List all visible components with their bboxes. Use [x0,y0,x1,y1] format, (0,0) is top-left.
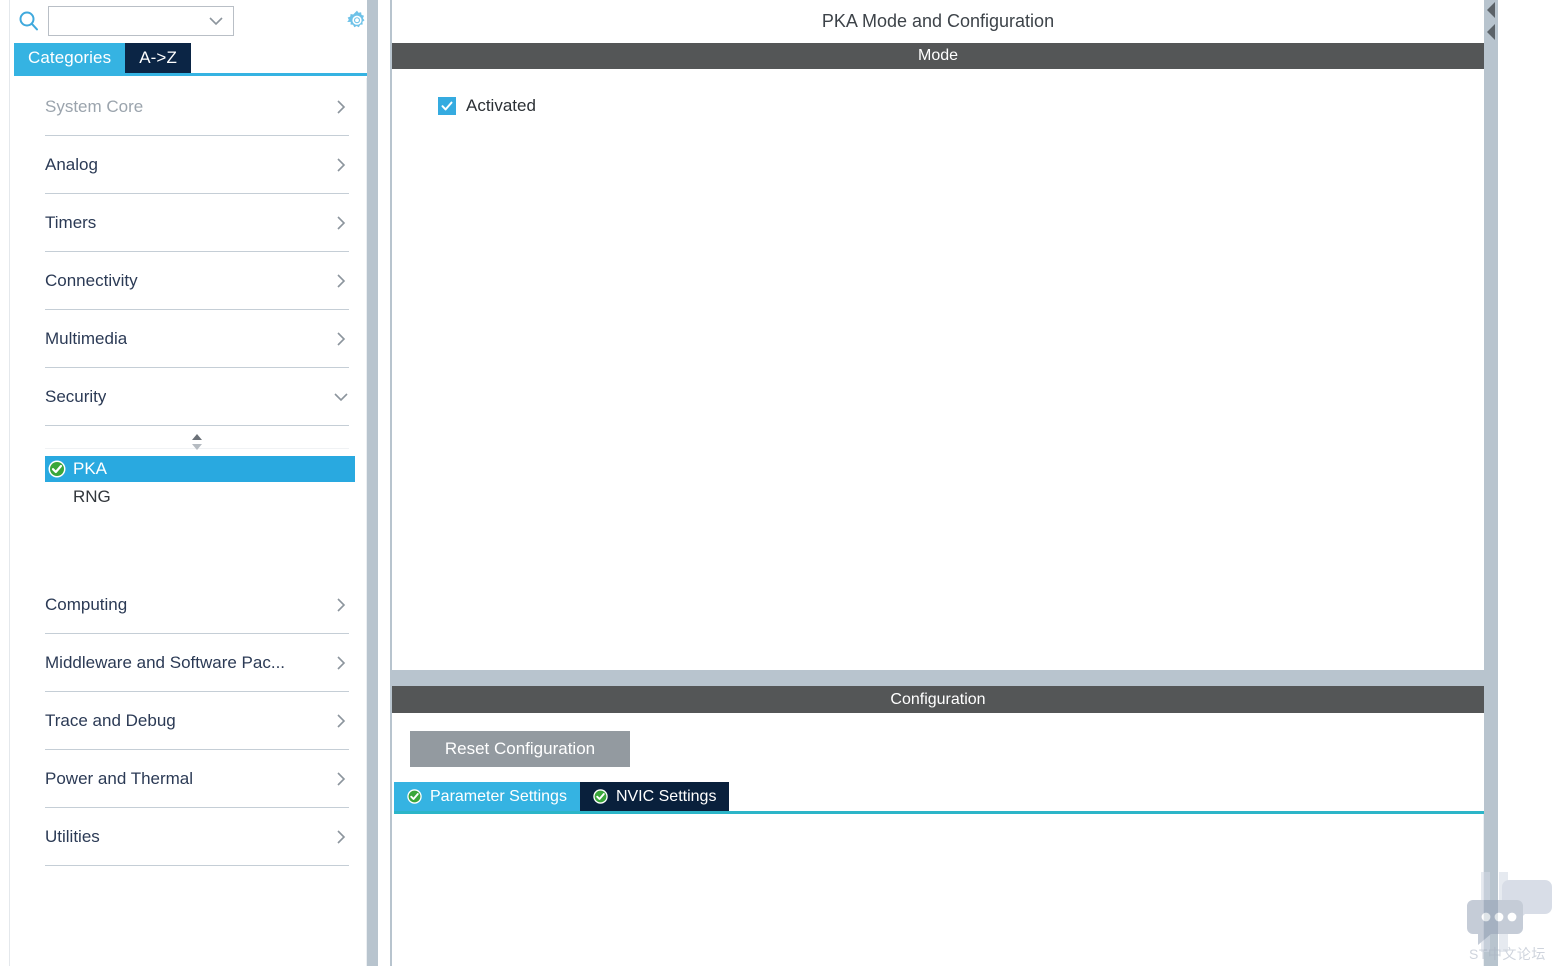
configuration-main-area: PKA Mode and Configuration Mode Activate… [378,0,1560,966]
sidebar-item-label: PKA [73,459,108,478]
sidebar-item-label: Middleware and Software Pac... [45,652,286,672]
green-check-icon [407,789,422,804]
sidebar-item-middleware[interactable]: Middleware and Software Pac... [45,634,349,692]
chevron-right-icon [337,771,346,786]
sidebar-item-label: System Core [45,96,144,116]
configuration-tab-content [394,814,1484,966]
sidebar-item-label: Utilities [45,826,100,846]
chevron-right-icon [337,215,346,230]
sidebar-item-label: Connectivity [45,270,138,290]
sidebar-item-label: Trace and Debug [45,710,176,730]
sidebar-item-utilities[interactable]: Utilities [45,808,349,866]
mode-section-body: Activated [392,69,1484,670]
scroll-spinner-icon[interactable] [188,432,206,452]
tab-a-to-z[interactable]: A->Z [125,43,191,73]
configuration-tab-bar: Parameter Settings NVIC Settings [394,782,730,811]
sidebar-item-timers[interactable]: Timers [45,194,349,252]
sidebar-item-trace-and-debug[interactable]: Trace and Debug [45,692,349,750]
chevron-right-icon [337,713,346,728]
sidebar-item-system-core[interactable]: System Core [45,78,349,136]
chevron-down-icon[interactable] [207,15,225,27]
sidebar-item-rng[interactable]: RNG [45,484,355,510]
category-list: System Core Analog Timers Connectivity M… [11,78,367,966]
activated-label: Activated [466,96,536,115]
right-blank-area [1498,0,1560,966]
tab-categories-label: Categories [28,48,112,67]
sidebar-item-computing[interactable]: Computing [45,576,349,634]
cubemx-pinout-configuration-window: Categories A->Z System Core Analog Timer… [0,0,1560,966]
configuration-panel: Configuration Reset Configuration Parame… [390,686,1484,966]
tab-nvic-settings[interactable]: NVIC Settings [579,782,730,811]
tab-a-to-z-label: A->Z [139,48,177,67]
sidebar-item-security[interactable]: Security [45,368,349,426]
sidebar-item-label: Analog [45,154,98,174]
sidebar-left-edge [0,0,10,966]
tab-parameter-settings[interactable]: Parameter Settings [394,782,580,811]
vertical-splitter[interactable] [1484,0,1498,966]
green-check-icon [593,789,608,804]
sidebar-tab-bar: Categories A->Z [14,43,364,73]
sidebar-scroll-gutter[interactable] [367,0,378,966]
mode-section-header: Mode [392,43,1484,69]
tab-categories[interactable]: Categories [14,43,126,73]
security-sublist: PKA RNG [45,426,355,576]
activated-checkbox-row[interactable]: Activated [438,96,536,116]
search-input[interactable] [54,8,206,34]
search-combobox[interactable] [48,6,234,36]
chevron-right-icon [337,829,346,844]
configuration-section-header: Configuration [392,686,1484,713]
sidebar-item-label: Computing [45,594,128,614]
page-title: PKA Mode and Configuration [821,11,1055,31]
status-placeholder [47,487,67,507]
reset-configuration-button[interactable]: Reset Configuration [410,731,630,767]
tab-label: Parameter Settings [430,787,567,805]
search-row [14,4,364,38]
sidebar-item-label: Timers [45,212,97,232]
sidebar-item-label: RNG [73,487,111,506]
sidebar-item-pka[interactable]: PKA [45,456,355,482]
mode-panel: PKA Mode and Configuration Mode Activate… [390,0,1484,670]
horizontal-splitter[interactable] [390,670,1484,686]
checkmark-icon [441,101,453,111]
sidebar-item-label: Power and Thermal [45,768,194,788]
green-check-icon [47,459,67,479]
sidebar-item-label: Multimedia [45,328,128,348]
component-selection-sidebar: Categories A->Z System Core Analog Timer… [0,0,378,966]
double-left-arrow-icon[interactable] [1484,0,1498,46]
chevron-right-icon [337,273,346,288]
sidebar-item-analog[interactable]: Analog [45,136,349,194]
sidebar-item-label: Security [45,386,107,406]
chevron-right-icon [337,157,346,172]
tab-label: NVIC Settings [615,787,717,805]
chevron-right-icon [337,99,346,114]
sidebar-item-power-and-thermal[interactable]: Power and Thermal [45,750,349,808]
chevron-right-icon [337,597,346,612]
chevron-right-icon [337,655,346,670]
sidebar-tab-underline [14,73,378,76]
sidebar-item-multimedia[interactable]: Multimedia [45,310,349,368]
sidebar-item-connectivity[interactable]: Connectivity [45,252,349,310]
chevron-right-icon [337,331,346,346]
search-icon [14,6,44,36]
activated-checkbox[interactable] [438,97,456,115]
chevron-down-icon [334,392,348,401]
